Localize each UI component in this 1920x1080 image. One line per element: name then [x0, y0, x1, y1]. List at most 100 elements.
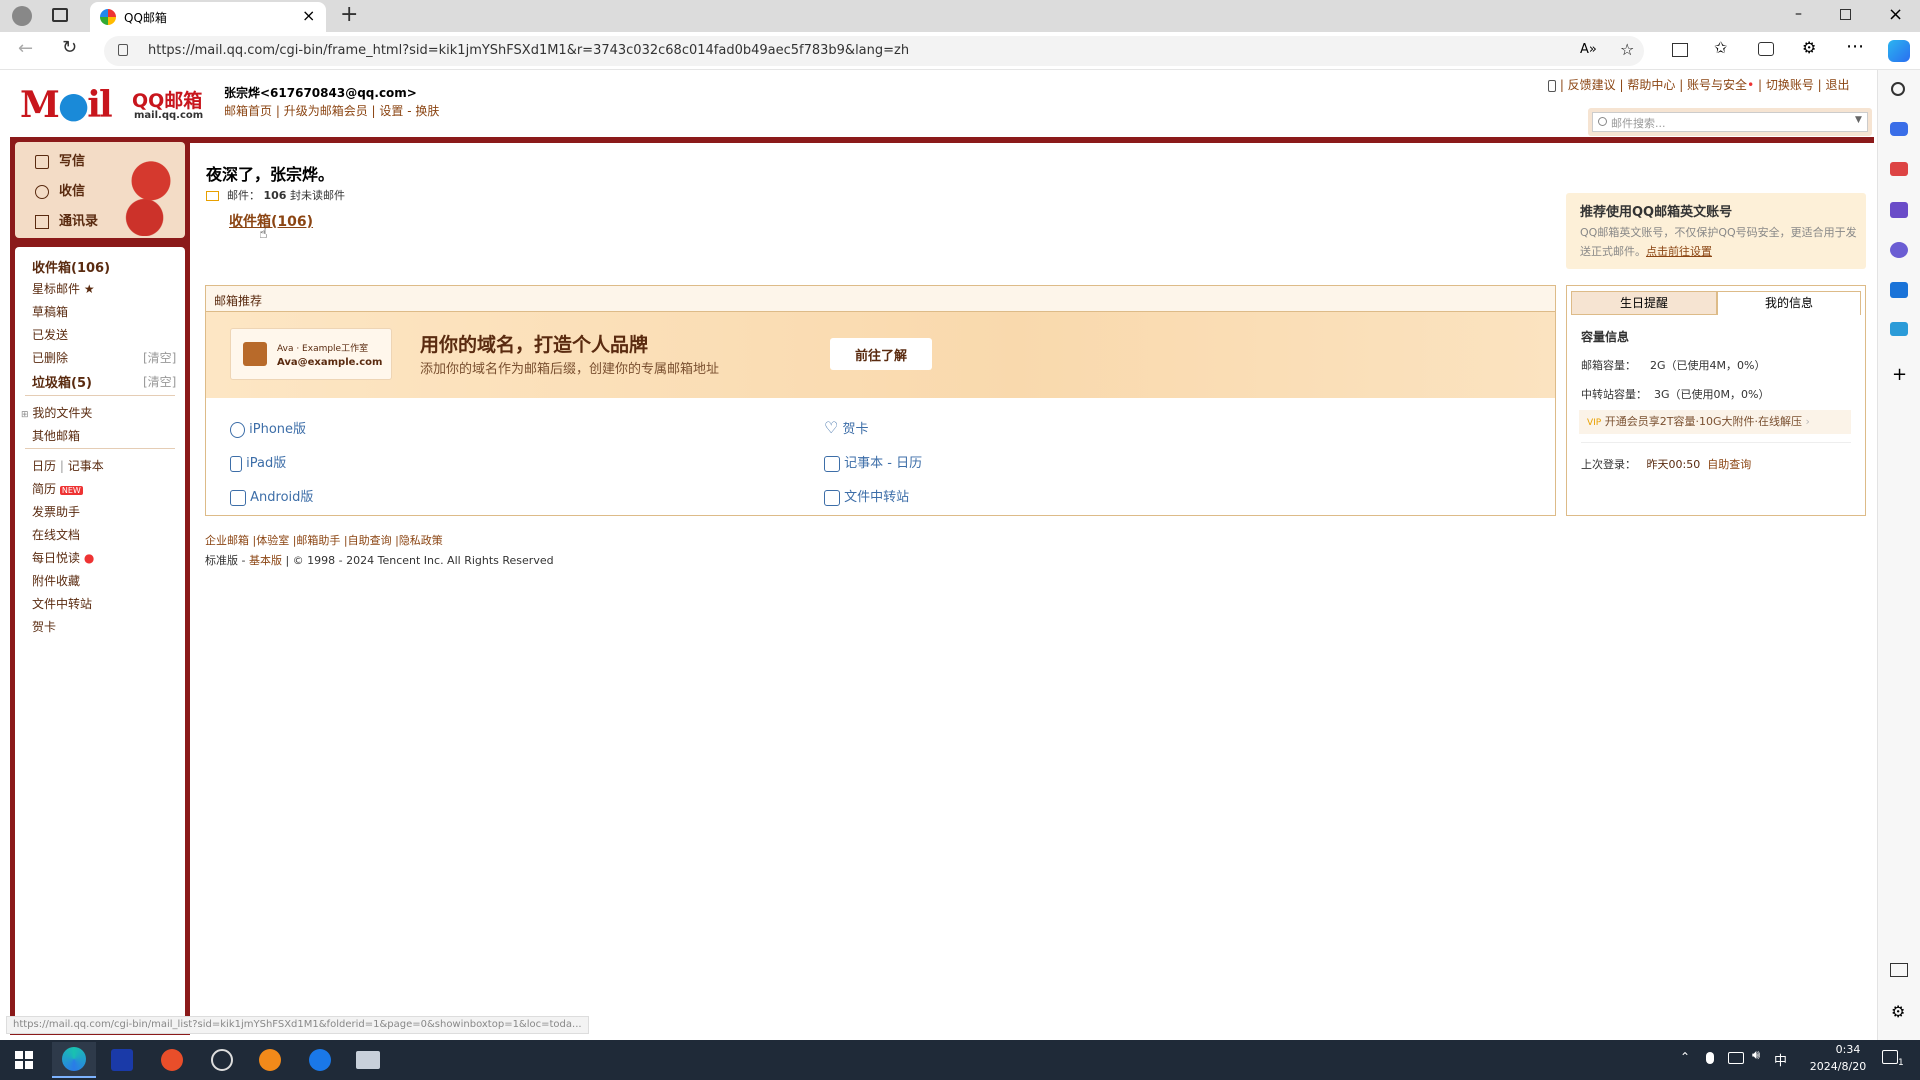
clock-date[interactable]: 2024/8/20: [1800, 1060, 1876, 1073]
tool-transfer[interactable]: 文件中转站: [32, 595, 92, 612]
chevron-down-icon[interactable]: ▼: [1855, 115, 1862, 125]
inbox-link[interactable]: 收件箱(106): [229, 211, 313, 231]
user-account[interactable]: 张宗烨<617670843@qq.com>: [224, 84, 417, 101]
tool-reading[interactable]: 每日悦读 ●: [32, 549, 94, 566]
settings-icon[interactable]: ⚙: [1891, 1002, 1905, 1021]
empty-deleted-button[interactable]: [清空]: [143, 349, 176, 366]
feedback-link[interactable]: 反馈建议: [1568, 78, 1616, 92]
outlook-icon[interactable]: [1890, 282, 1908, 298]
promo-banner[interactable]: Ava · Example工作室 Ava@example.com 用你的域名，打…: [206, 312, 1555, 398]
compose-button[interactable]: 写信: [35, 150, 85, 169]
read-aloud-icon[interactable]: A»: [1580, 42, 1597, 57]
app-icon-2[interactable]: [100, 1042, 144, 1078]
logout-link[interactable]: 退出: [1826, 78, 1850, 92]
edge-icon[interactable]: [52, 1042, 96, 1078]
close-window-icon[interactable]: ×: [1888, 4, 1903, 25]
search-box[interactable]: 邮件搜索... ▼: [1588, 108, 1872, 136]
other-mailboxes[interactable]: 其他邮箱: [32, 427, 80, 444]
footer-privacy[interactable]: 隐私政策: [399, 534, 443, 547]
empty-spam-button[interactable]: [清空]: [143, 373, 176, 390]
back-icon[interactable]: ←: [18, 38, 33, 59]
app-icon-5[interactable]: [248, 1042, 292, 1078]
maximize-icon[interactable]: [1840, 9, 1851, 20]
self-query-link[interactable]: 自助查询: [1707, 458, 1751, 471]
app-notes-calendar[interactable]: 记事本 - 日历: [824, 452, 922, 472]
minimize-icon[interactable]: –: [1795, 6, 1802, 22]
send-icon[interactable]: [1890, 322, 1908, 336]
browser-tab[interactable]: QQ邮箱 ×: [90, 2, 326, 32]
url-field[interactable]: https://mail.qq.com/cgi-bin/frame_html?s…: [104, 36, 1644, 66]
refresh-icon[interactable]: ↻: [62, 37, 77, 58]
contacts-button[interactable]: 通讯录: [35, 210, 98, 229]
tab-actions-icon[interactable]: [52, 8, 68, 22]
favorites-icon[interactable]: ✩: [1714, 38, 1727, 57]
settings-link[interactable]: 设置: [379, 104, 403, 118]
tab-close-icon[interactable]: ×: [302, 6, 315, 25]
screenshot-icon[interactable]: [1890, 963, 1908, 977]
qq-mail-logo[interactable]: M●il QQ邮箱 mail.qq.com: [20, 84, 206, 126]
search-input[interactable]: 邮件搜索... ▼: [1592, 112, 1868, 132]
notification-icon[interactable]: [1882, 1050, 1898, 1064]
app-cards[interactable]: ♡ 贺卡: [824, 418, 869, 437]
more-icon[interactable]: ⋯: [1846, 36, 1864, 57]
calendar-link[interactable]: 日历: [32, 459, 56, 473]
footer-assistant[interactable]: 邮箱助手: [296, 534, 340, 547]
notes-link[interactable]: 记事本: [68, 459, 104, 473]
tool-docs[interactable]: 在线文档: [32, 526, 80, 543]
footer-enterprise[interactable]: 企业邮箱: [205, 534, 249, 547]
tool-cards[interactable]: 贺卡: [32, 618, 56, 635]
tab-my-info[interactable]: 我的信息: [1717, 291, 1861, 315]
security-link[interactable]: 账号与安全: [1687, 78, 1747, 92]
tray-chevron-icon[interactable]: ⌃: [1680, 1050, 1690, 1064]
app-icon-4[interactable]: [200, 1042, 244, 1078]
basic-version-link[interactable]: 基本版: [249, 554, 282, 567]
mail-home-link[interactable]: 邮箱首页: [224, 104, 272, 118]
recommend-link[interactable]: 点击前往设置: [1646, 245, 1712, 258]
network-icon[interactable]: [1728, 1052, 1744, 1064]
profile-icon[interactable]: [12, 6, 32, 26]
shopping-icon[interactable]: [1890, 122, 1908, 136]
games-icon[interactable]: [1890, 202, 1908, 218]
app-icon-6[interactable]: [298, 1042, 342, 1078]
receive-button[interactable]: 收信: [35, 180, 85, 199]
folder-sent[interactable]: 已发送: [32, 326, 68, 343]
folder-inbox[interactable]: 收件箱(106): [32, 257, 110, 276]
switch-account-link[interactable]: 切换账号: [1766, 78, 1814, 92]
folder-starred[interactable]: 星标邮件 ★: [32, 280, 95, 297]
new-tab-icon[interactable]: +: [340, 2, 358, 27]
skin-link[interactable]: 换肤: [415, 104, 439, 118]
favorite-star-icon[interactable]: ☆: [1620, 40, 1634, 59]
tool-resume[interactable]: 简历 NEW: [32, 480, 83, 497]
upgrade-vip-link[interactable]: 升级为邮箱会员: [284, 104, 368, 118]
clock-time[interactable]: 0:34: [1820, 1043, 1876, 1056]
folder-deleted[interactable]: 已删除: [32, 349, 68, 366]
footer-lab[interactable]: 体验室: [256, 534, 289, 547]
extensions-icon[interactable]: ⚙: [1802, 38, 1816, 57]
learn-more-button[interactable]: 前往了解: [830, 338, 932, 370]
app-icon-7[interactable]: [346, 1042, 390, 1078]
volume-icon[interactable]: 🔊︎: [1752, 1048, 1760, 1063]
folder-drafts[interactable]: 草稿箱: [32, 303, 68, 320]
tools-icon[interactable]: [1890, 162, 1908, 176]
app-transfer[interactable]: 文件中转站: [824, 486, 909, 506]
tab-birthday[interactable]: 生日提醒: [1571, 291, 1717, 315]
my-folders-toggle[interactable]: ⊞ 我的文件夹: [21, 404, 92, 421]
tool-attachments[interactable]: 附件收藏: [32, 572, 80, 589]
mic-icon[interactable]: [1706, 1052, 1714, 1064]
vip-upsell[interactable]: VIP 开通会员享2T容量·10G大附件·在线解压 ›: [1579, 410, 1851, 434]
collections-icon[interactable]: [1758, 42, 1774, 56]
split-screen-icon[interactable]: [1672, 43, 1688, 57]
footer-self-query[interactable]: 自助查询: [348, 534, 392, 547]
app-icon-3[interactable]: [150, 1042, 194, 1078]
tool-invoice[interactable]: 发票助手: [32, 503, 80, 520]
app-android[interactable]: Android版: [230, 486, 313, 506]
app-ipad[interactable]: iPad版: [230, 452, 286, 472]
ime-indicator[interactable]: 中: [1774, 1050, 1787, 1069]
app-iphone[interactable]: iPhone版: [230, 418, 306, 438]
folder-spam[interactable]: 垃圾箱(5): [32, 372, 92, 391]
copilot-icon[interactable]: [1888, 40, 1910, 62]
office-icon[interactable]: [1890, 242, 1908, 258]
start-icon[interactable]: [2, 1042, 46, 1078]
mobile-icon[interactable]: [1548, 79, 1556, 92]
help-link[interactable]: 帮助中心: [1627, 78, 1675, 92]
